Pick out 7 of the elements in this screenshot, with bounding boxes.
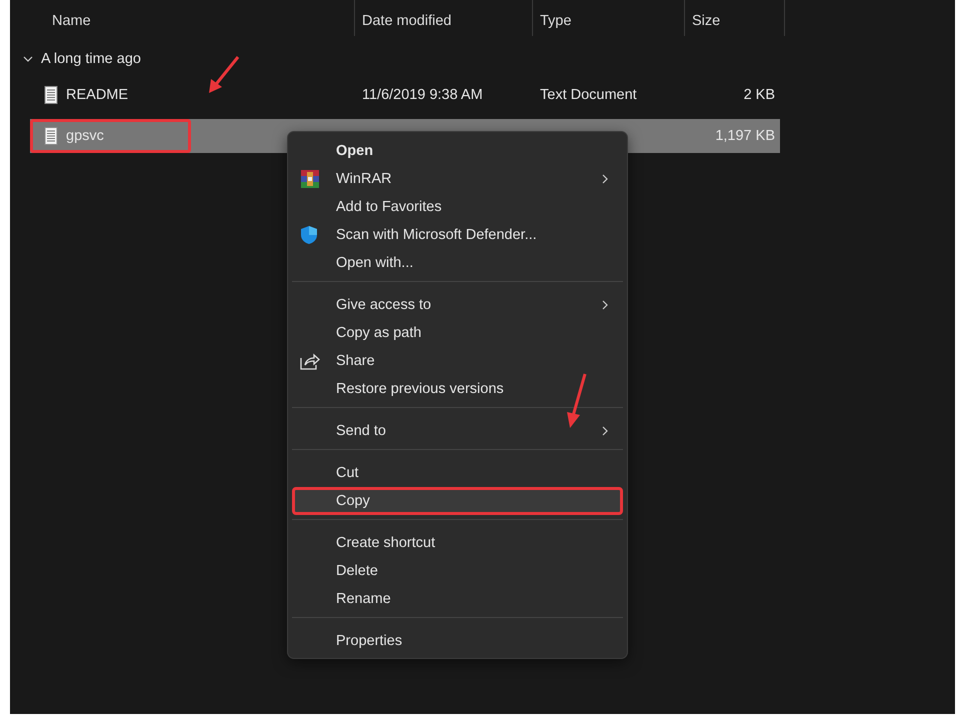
date-cell: 11/6/2019 9:38 AM: [362, 87, 483, 103]
file-name: README: [66, 87, 128, 103]
file-name: gpsvc: [66, 128, 104, 144]
size-cell: 1,197 KB: [715, 128, 775, 144]
size-cell: 2 KB: [744, 87, 775, 103]
type-cell: Text Document: [540, 87, 637, 103]
group-label: A long time ago: [41, 51, 141, 67]
